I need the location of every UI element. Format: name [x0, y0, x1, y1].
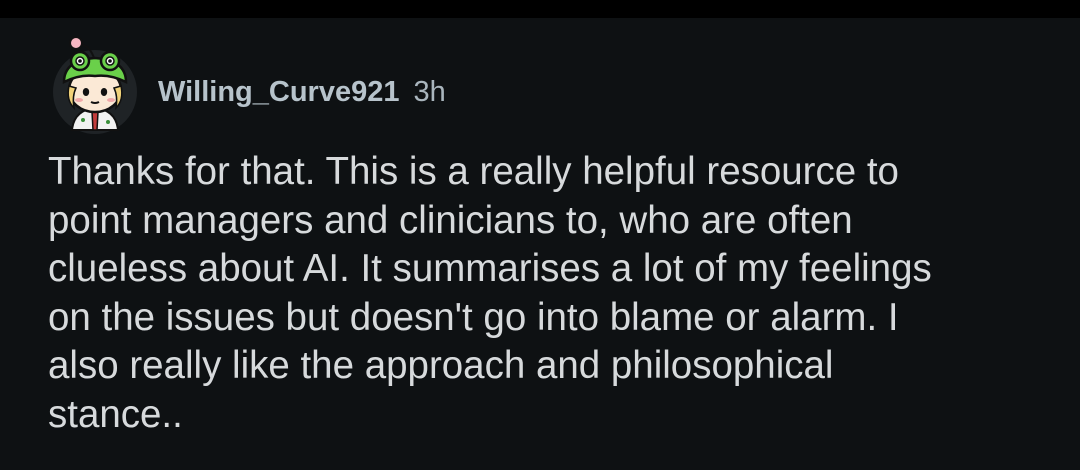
- username-link[interactable]: Willing_Curve921: [158, 76, 400, 109]
- avatar[interactable]: [50, 34, 140, 134]
- snoo-frog-hat-avatar-icon: [53, 36, 137, 134]
- comment: Willing_Curve921 3h Thanks for that. Thi…: [0, 18, 1080, 470]
- comment-body: Thanks for that. This is a really helpfu…: [48, 150, 932, 436]
- comment-meta: Willing_Curve921 3h: [158, 76, 446, 109]
- comment-age: 3h: [413, 76, 446, 108]
- status-bar-strip: [0, 0, 1080, 18]
